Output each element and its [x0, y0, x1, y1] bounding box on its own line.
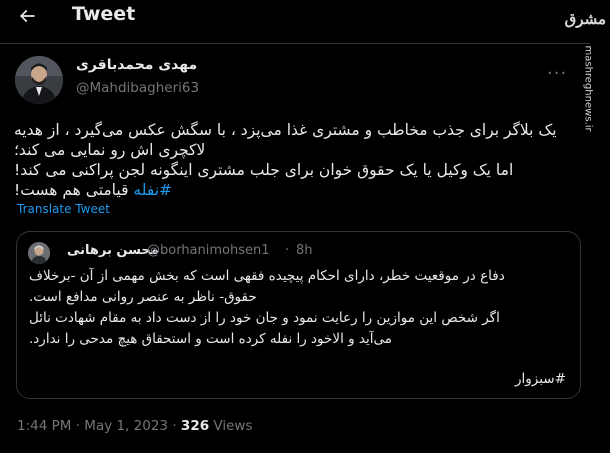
- author-name[interactable]: مهدی محمدباقری: [76, 57, 197, 73]
- views-label: Views: [213, 418, 253, 434]
- watermark: مشرق mashreghnews.ir: [565, 0, 610, 453]
- tweet-line: اما یک وکیل یا یک حقوق خوان برای جلب مشت…: [14, 161, 514, 179]
- quote-author-handle: @borhanimohsen1: [147, 243, 270, 258]
- tweet-header: Tweet: [0, 0, 590, 34]
- quote-author-name: محسن برهانی: [67, 243, 159, 258]
- views-count: 326: [180, 418, 210, 434]
- tweet-meta: 1:44 PM · May 1, 2023 · 326 Views: [17, 418, 252, 434]
- quote-timestamp: 8h: [296, 243, 313, 258]
- translate-tweet-link[interactable]: Translate Tweet: [17, 202, 110, 216]
- quote-text: دفاع در موقعیت خطر، دارای احکام پیچیده ف…: [29, 266, 570, 350]
- tweet-line: لاکچری اش رو نمایی می کند؛: [14, 141, 206, 159]
- arrow-left-icon: [19, 9, 35, 23]
- avatar-image: [15, 56, 63, 104]
- tweet-time[interactable]: 1:44 PM: [17, 418, 71, 434]
- quote-avatar-image: [28, 242, 50, 264]
- quote-line: می‌آید و الاخود را نفله کرده است و استحق…: [29, 331, 393, 347]
- tweet-text: یک بلاگر برای جذب مخاطب و مشتری غذا می‌پ…: [14, 120, 580, 200]
- page-title: Tweet: [72, 3, 136, 25]
- tweet-line: یک بلاگر برای جذب مخاطب و مشتری غذا می‌پ…: [14, 121, 557, 139]
- quote-author-avatar[interactable]: [28, 242, 50, 264]
- author-avatar[interactable]: [15, 56, 63, 104]
- tweet-line: #نفله قیامتی هم هست!: [14, 180, 580, 200]
- header-divider: [0, 43, 590, 44]
- quote-line: حقوق- ناظر به عنصر روانی مدافع است.: [29, 289, 257, 305]
- quoted-tweet[interactable]: محسن برهانی @borhanimohsen1 · 8h دفاع در…: [16, 231, 581, 399]
- meta-separator: ·: [75, 418, 80, 434]
- back-button[interactable]: [14, 3, 40, 29]
- more-horizontal-icon[interactable]: ···: [547, 63, 567, 84]
- tweet-date[interactable]: May 1, 2023: [84, 418, 168, 434]
- quote-line: اگر شخص این موازین را رعایت نمود و جان خ…: [29, 310, 500, 326]
- author-handle[interactable]: @Mahdibagheri63: [76, 80, 199, 96]
- quote-hashtag[interactable]: #سبزوار: [515, 371, 566, 387]
- meta-separator: ·: [172, 418, 177, 434]
- quote-line: دفاع در موقعیت خطر، دارای احکام پیچیده ف…: [29, 268, 505, 284]
- watermark-url: mashreghnews.ir: [582, 45, 594, 132]
- watermark-logo: مشرق: [564, 10, 606, 28]
- quote-separator: ·: [285, 243, 290, 258]
- tweet-line-rest: قیامتی هم هست!: [14, 181, 134, 199]
- tweet-hashtag[interactable]: #نفله: [133, 181, 172, 199]
